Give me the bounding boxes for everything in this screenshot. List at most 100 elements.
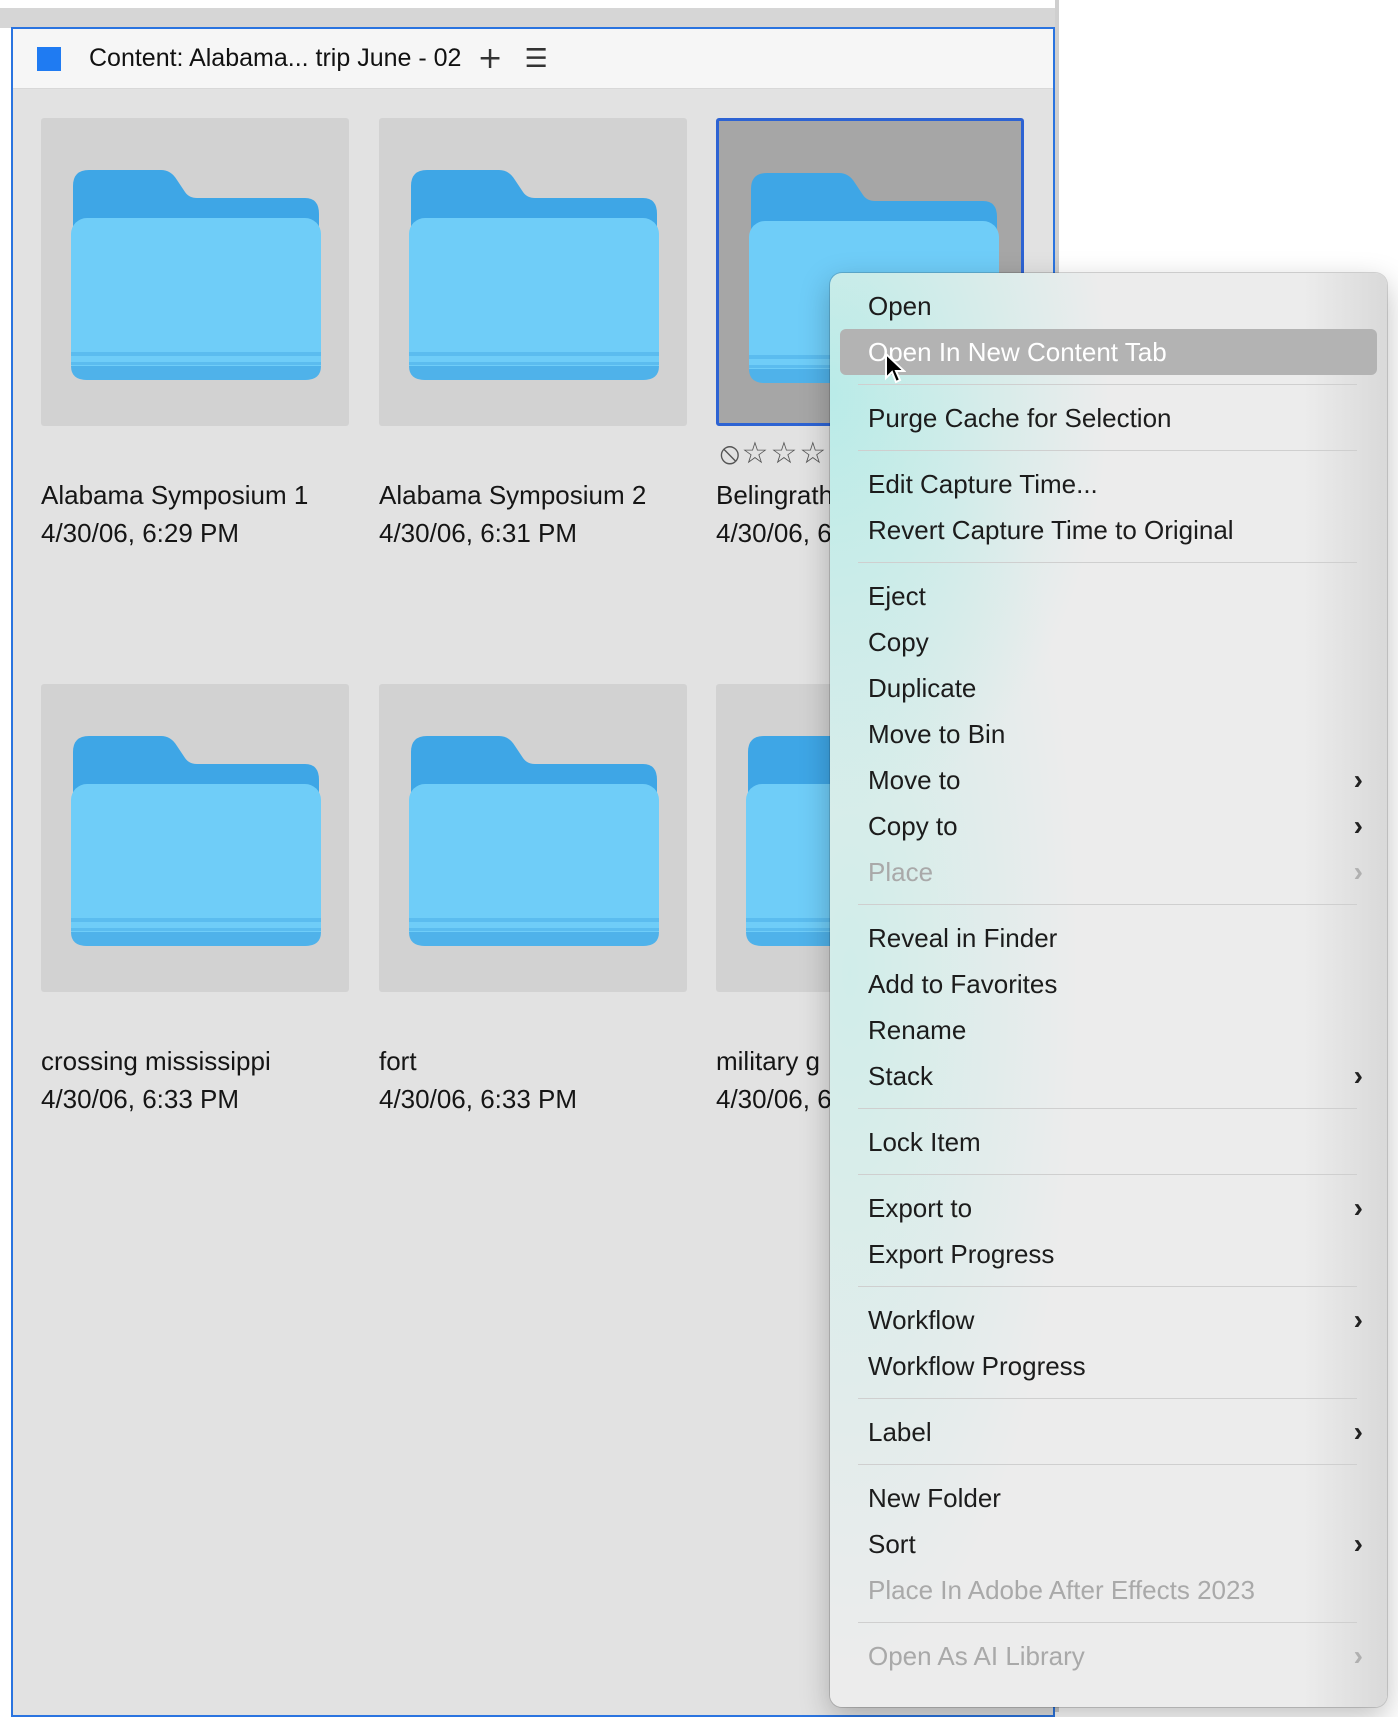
chevron-right-icon: › [1353, 856, 1363, 887]
panel-header: Content: Alabama... trip June - 02 + ☰ [13, 29, 1053, 89]
menu-item-add-to-favorites[interactable]: Add to Favorites [840, 961, 1377, 1007]
menu-item-edit-capture-time[interactable]: Edit Capture Time... [840, 461, 1377, 507]
menu-separator [858, 562, 1357, 563]
chevron-right-icon: › [1353, 1304, 1363, 1335]
menu-item-label: Purge Cache for Selection [868, 402, 1172, 433]
menu-item-label: Place In Adobe After Effects 2023 [868, 1574, 1255, 1605]
folder-icon [409, 736, 659, 946]
folder-name[interactable]: fort [379, 1046, 417, 1077]
menu-item-label: Revert Capture Time to Original [868, 514, 1234, 545]
menu-item-label: Workflow [868, 1304, 975, 1335]
menu-item-label: Lock Item [868, 1126, 981, 1157]
folder-date: 4/30/06, 6 [716, 518, 832, 548]
menu-separator [858, 384, 1357, 385]
menu-item-rename[interactable]: Rename [840, 1007, 1377, 1053]
folder-icon [409, 170, 659, 380]
menu-item-open[interactable]: Open [840, 283, 1377, 329]
folder-icon [71, 736, 321, 946]
folder-date: 4/30/06, 6:29 PM [41, 518, 240, 548]
plus-icon[interactable]: + [477, 43, 502, 74]
menu-item-copy-to[interactable]: Copy to › [840, 803, 1377, 849]
folder-thumbnail[interactable] [379, 118, 687, 426]
chevron-right-icon: › [1353, 1528, 1363, 1559]
folder-name[interactable]: Belingrath [716, 480, 833, 511]
menu-item-place-in-adobe-after-effects-2023: Place In Adobe After Effects 2023 [840, 1567, 1377, 1613]
menu-separator [858, 1174, 1357, 1175]
menu-item-workflow-progress[interactable]: Workflow Progress [840, 1343, 1377, 1389]
menu-item-workflow[interactable]: Workflow › [840, 1297, 1377, 1343]
menu-item-label: Export Progress [868, 1238, 1055, 1269]
menu-item-label: Stack [868, 1060, 934, 1091]
menu-item-sort[interactable]: Sort › [840, 1521, 1377, 1567]
menu-item-label: Open As AI Library [868, 1640, 1085, 1671]
menu-item-open-in-new-content-tab[interactable]: Open In New Content Tab [840, 329, 1377, 375]
hamburger-icon[interactable]: ☰ [525, 46, 548, 72]
menu-item-duplicate[interactable]: Duplicate [840, 665, 1377, 711]
folder-thumbnail[interactable] [379, 684, 687, 992]
chevron-right-icon: › [1353, 1416, 1363, 1447]
menu-item-label[interactable]: Label › [840, 1409, 1377, 1455]
folder-date: 4/30/06, 6:33 PM [379, 1084, 578, 1114]
chevron-right-icon: › [1353, 1060, 1363, 1091]
menu-item-revert-capture-time-to-original[interactable]: Revert Capture Time to Original [840, 507, 1377, 553]
folder-thumbnail[interactable] [41, 118, 349, 426]
menu-item-label: Copy [868, 626, 929, 657]
menu-item-lock-item[interactable]: Lock Item [840, 1119, 1377, 1165]
menu-separator [858, 1464, 1357, 1465]
menu-item-label: Rename [868, 1014, 967, 1045]
menu-separator [858, 1108, 1357, 1109]
menu-item-label: Sort [868, 1528, 916, 1559]
menu-item-label: Move to [868, 764, 961, 795]
menu-separator [858, 904, 1357, 905]
menu-separator [858, 1398, 1357, 1399]
menu-item-copy[interactable]: Copy [840, 619, 1377, 665]
chevron-right-icon: › [1353, 764, 1363, 795]
folder-name[interactable]: military g [716, 1046, 820, 1077]
top-strip [0, 8, 1059, 28]
menu-separator [858, 1622, 1357, 1623]
menu-item-label: Edit Capture Time... [868, 468, 1098, 499]
context-menu: Open Open In New Content Tab Purge Cache f… [830, 273, 1387, 1707]
panel-title[interactable]: Content: Alabama... trip June - 02 [89, 44, 461, 73]
tab-color-icon [37, 46, 61, 71]
menu-item-export-to[interactable]: Export to › [840, 1185, 1377, 1231]
menu-separator [858, 450, 1357, 451]
menu-item-label: Add to Favorites [868, 968, 1058, 999]
menu-item-label: Export to [868, 1192, 973, 1223]
folder-name[interactable]: Alabama Symposium 2 [379, 480, 646, 511]
menu-item-label: Place [868, 856, 934, 887]
menu-item-label: Reveal in Finder [868, 922, 1058, 953]
menu-item-eject[interactable]: Eject [840, 573, 1377, 619]
menu-item-label: Workflow Progress [868, 1350, 1086, 1381]
menu-item-purge-cache-for-selection[interactable]: Purge Cache for Selection [840, 395, 1377, 441]
menu-item-label: Open [868, 290, 932, 321]
menu-item-new-folder[interactable]: New Folder [840, 1475, 1377, 1521]
folder-date: 4/30/06, 6 [716, 1084, 832, 1114]
chevron-right-icon: › [1353, 810, 1363, 841]
menu-separator [858, 1286, 1357, 1287]
chevron-right-icon: › [1353, 1640, 1363, 1671]
menu-item-reveal-in-finder[interactable]: Reveal in Finder [840, 915, 1377, 961]
mouse-cursor-icon [885, 352, 906, 384]
menu-item-export-progress[interactable]: Export Progress [840, 1231, 1377, 1277]
menu-item-label: Label [868, 1416, 932, 1447]
menu-item-move-to[interactable]: Move to › [840, 757, 1377, 803]
menu-item-stack[interactable]: Stack › [840, 1053, 1377, 1099]
folder-name[interactable]: crossing mississippi [41, 1046, 271, 1077]
chevron-right-icon: › [1353, 1192, 1363, 1223]
folder-icon [71, 170, 321, 380]
menu-item-label: New Folder [868, 1482, 1001, 1513]
menu-item-place: Place › [840, 849, 1377, 895]
folder-date: 4/30/06, 6:33 PM [41, 1084, 240, 1114]
menu-item-label: Eject [868, 580, 926, 611]
folder-date: 4/30/06, 6:31 PM [379, 518, 578, 548]
rating-stars[interactable]: ⦸☆☆☆ [720, 436, 828, 471]
menu-item-label: Copy to [868, 810, 958, 841]
menu-item-move-to-bin[interactable]: Move to Bin [840, 711, 1377, 757]
menu-item-label: Move to Bin [868, 718, 1006, 749]
menu-item-label: Duplicate [868, 672, 977, 703]
folder-name[interactable]: Alabama Symposium 1 [41, 480, 308, 511]
menu-item-open-as-ai-library: Open As AI Library › [840, 1633, 1377, 1679]
menu-item-label: Open In New Content Tab [868, 336, 1167, 367]
folder-thumbnail[interactable] [41, 684, 349, 992]
